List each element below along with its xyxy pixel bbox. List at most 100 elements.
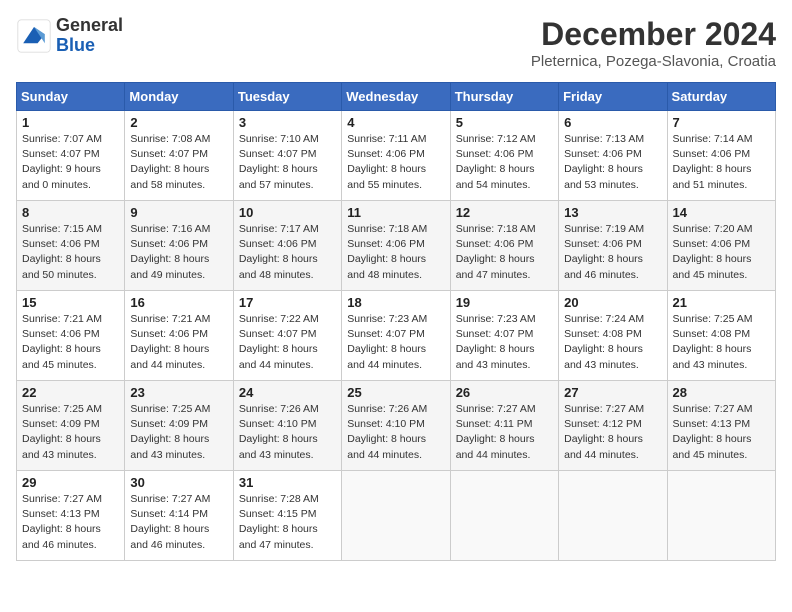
day-info: Sunrise: 7:11 AMSunset: 4:06 PMDaylight:… — [347, 132, 444, 193]
day-info: Sunrise: 7:20 AMSunset: 4:06 PMDaylight:… — [673, 222, 770, 283]
calendar-cell: 12 Sunrise: 7:18 AMSunset: 4:06 PMDaylig… — [450, 201, 558, 291]
day-info: Sunrise: 7:12 AMSunset: 4:06 PMDaylight:… — [456, 132, 553, 193]
day-of-week-header: Tuesday — [233, 83, 341, 111]
calendar-cell: 3 Sunrise: 7:10 AMSunset: 4:07 PMDayligh… — [233, 111, 341, 201]
day-number: 31 — [239, 475, 336, 490]
day-number: 24 — [239, 385, 336, 400]
logo-icon — [16, 18, 52, 54]
day-info: Sunrise: 7:27 AMSunset: 4:13 PMDaylight:… — [673, 402, 770, 463]
calendar-cell: 13 Sunrise: 7:19 AMSunset: 4:06 PMDaylig… — [559, 201, 667, 291]
day-number: 19 — [456, 295, 553, 310]
calendar-cell: 19 Sunrise: 7:23 AMSunset: 4:07 PMDaylig… — [450, 291, 558, 381]
day-number: 8 — [22, 205, 119, 220]
calendar-cell: 6 Sunrise: 7:13 AMSunset: 4:06 PMDayligh… — [559, 111, 667, 201]
calendar-cell — [450, 471, 558, 561]
day-number: 12 — [456, 205, 553, 220]
day-number: 23 — [130, 385, 227, 400]
day-info: Sunrise: 7:14 AMSunset: 4:06 PMDaylight:… — [673, 132, 770, 193]
day-number: 25 — [347, 385, 444, 400]
day-number: 14 — [673, 205, 770, 220]
day-number: 26 — [456, 385, 553, 400]
day-info: Sunrise: 7:10 AMSunset: 4:07 PMDaylight:… — [239, 132, 336, 193]
calendar-cell: 29 Sunrise: 7:27 AMSunset: 4:13 PMDaylig… — [17, 471, 125, 561]
title-block: December 2024 Pleternica, Pozega-Slavoni… — [531, 16, 776, 70]
day-number: 18 — [347, 295, 444, 310]
logo: General Blue — [16, 16, 123, 56]
day-number: 5 — [456, 115, 553, 130]
day-info: Sunrise: 7:15 AMSunset: 4:06 PMDaylight:… — [22, 222, 119, 283]
calendar-cell: 16 Sunrise: 7:21 AMSunset: 4:06 PMDaylig… — [125, 291, 233, 381]
day-number: 6 — [564, 115, 661, 130]
day-info: Sunrise: 7:25 AMSunset: 4:09 PMDaylight:… — [130, 402, 227, 463]
day-number: 3 — [239, 115, 336, 130]
calendar-cell: 31 Sunrise: 7:28 AMSunset: 4:15 PMDaylig… — [233, 471, 341, 561]
day-info: Sunrise: 7:22 AMSunset: 4:07 PMDaylight:… — [239, 312, 336, 373]
day-number: 15 — [22, 295, 119, 310]
day-info: Sunrise: 7:28 AMSunset: 4:15 PMDaylight:… — [239, 492, 336, 553]
calendar-cell: 9 Sunrise: 7:16 AMSunset: 4:06 PMDayligh… — [125, 201, 233, 291]
day-number: 17 — [239, 295, 336, 310]
day-number: 1 — [22, 115, 119, 130]
day-of-week-header: Saturday — [667, 83, 775, 111]
day-info: Sunrise: 7:25 AMSunset: 4:08 PMDaylight:… — [673, 312, 770, 373]
day-of-week-header: Thursday — [450, 83, 558, 111]
day-number: 2 — [130, 115, 227, 130]
day-info: Sunrise: 7:13 AMSunset: 4:06 PMDaylight:… — [564, 132, 661, 193]
calendar-cell: 15 Sunrise: 7:21 AMSunset: 4:06 PMDaylig… — [17, 291, 125, 381]
day-number: 11 — [347, 205, 444, 220]
day-number: 29 — [22, 475, 119, 490]
day-of-week-header: Friday — [559, 83, 667, 111]
month-title: December 2024 — [531, 16, 776, 53]
day-number: 22 — [22, 385, 119, 400]
calendar-cell: 22 Sunrise: 7:25 AMSunset: 4:09 PMDaylig… — [17, 381, 125, 471]
page-header: General Blue December 2024 Pleternica, P… — [16, 16, 776, 70]
calendar-cell: 14 Sunrise: 7:20 AMSunset: 4:06 PMDaylig… — [667, 201, 775, 291]
calendar-table: SundayMondayTuesdayWednesdayThursdayFrid… — [16, 82, 776, 561]
calendar-cell: 7 Sunrise: 7:14 AMSunset: 4:06 PMDayligh… — [667, 111, 775, 201]
day-info: Sunrise: 7:25 AMSunset: 4:09 PMDaylight:… — [22, 402, 119, 463]
calendar-cell: 27 Sunrise: 7:27 AMSunset: 4:12 PMDaylig… — [559, 381, 667, 471]
day-number: 16 — [130, 295, 227, 310]
calendar-cell: 23 Sunrise: 7:25 AMSunset: 4:09 PMDaylig… — [125, 381, 233, 471]
day-of-week-header: Sunday — [17, 83, 125, 111]
calendar-cell: 30 Sunrise: 7:27 AMSunset: 4:14 PMDaylig… — [125, 471, 233, 561]
day-info: Sunrise: 7:27 AMSunset: 4:12 PMDaylight:… — [564, 402, 661, 463]
calendar-cell: 24 Sunrise: 7:26 AMSunset: 4:10 PMDaylig… — [233, 381, 341, 471]
day-info: Sunrise: 7:27 AMSunset: 4:14 PMDaylight:… — [130, 492, 227, 553]
day-info: Sunrise: 7:26 AMSunset: 4:10 PMDaylight:… — [239, 402, 336, 463]
calendar-cell: 4 Sunrise: 7:11 AMSunset: 4:06 PMDayligh… — [342, 111, 450, 201]
logo-text: General Blue — [56, 16, 123, 56]
day-number: 9 — [130, 205, 227, 220]
day-number: 13 — [564, 205, 661, 220]
day-info: Sunrise: 7:26 AMSunset: 4:10 PMDaylight:… — [347, 402, 444, 463]
calendar-cell: 11 Sunrise: 7:18 AMSunset: 4:06 PMDaylig… — [342, 201, 450, 291]
calendar-cell: 2 Sunrise: 7:08 AMSunset: 4:07 PMDayligh… — [125, 111, 233, 201]
day-info: Sunrise: 7:21 AMSunset: 4:06 PMDaylight:… — [130, 312, 227, 373]
day-number: 27 — [564, 385, 661, 400]
calendar-cell: 17 Sunrise: 7:22 AMSunset: 4:07 PMDaylig… — [233, 291, 341, 381]
day-number: 7 — [673, 115, 770, 130]
day-info: Sunrise: 7:23 AMSunset: 4:07 PMDaylight:… — [456, 312, 553, 373]
day-info: Sunrise: 7:17 AMSunset: 4:06 PMDaylight:… — [239, 222, 336, 283]
calendar-cell: 1 Sunrise: 7:07 AMSunset: 4:07 PMDayligh… — [17, 111, 125, 201]
day-info: Sunrise: 7:07 AMSunset: 4:07 PMDaylight:… — [22, 132, 119, 193]
calendar-cell: 20 Sunrise: 7:24 AMSunset: 4:08 PMDaylig… — [559, 291, 667, 381]
calendar-cell — [559, 471, 667, 561]
day-number: 20 — [564, 295, 661, 310]
day-info: Sunrise: 7:27 AMSunset: 4:13 PMDaylight:… — [22, 492, 119, 553]
day-number: 4 — [347, 115, 444, 130]
calendar-cell: 18 Sunrise: 7:23 AMSunset: 4:07 PMDaylig… — [342, 291, 450, 381]
calendar-cell: 5 Sunrise: 7:12 AMSunset: 4:06 PMDayligh… — [450, 111, 558, 201]
day-number: 30 — [130, 475, 227, 490]
calendar-cell: 26 Sunrise: 7:27 AMSunset: 4:11 PMDaylig… — [450, 381, 558, 471]
day-info: Sunrise: 7:08 AMSunset: 4:07 PMDaylight:… — [130, 132, 227, 193]
calendar-cell — [667, 471, 775, 561]
day-info: Sunrise: 7:18 AMSunset: 4:06 PMDaylight:… — [456, 222, 553, 283]
day-info: Sunrise: 7:21 AMSunset: 4:06 PMDaylight:… — [22, 312, 119, 373]
calendar-cell: 10 Sunrise: 7:17 AMSunset: 4:06 PMDaylig… — [233, 201, 341, 291]
calendar-cell: 25 Sunrise: 7:26 AMSunset: 4:10 PMDaylig… — [342, 381, 450, 471]
day-of-week-header: Monday — [125, 83, 233, 111]
day-of-week-header: Wednesday — [342, 83, 450, 111]
calendar-cell: 21 Sunrise: 7:25 AMSunset: 4:08 PMDaylig… — [667, 291, 775, 381]
day-info: Sunrise: 7:19 AMSunset: 4:06 PMDaylight:… — [564, 222, 661, 283]
